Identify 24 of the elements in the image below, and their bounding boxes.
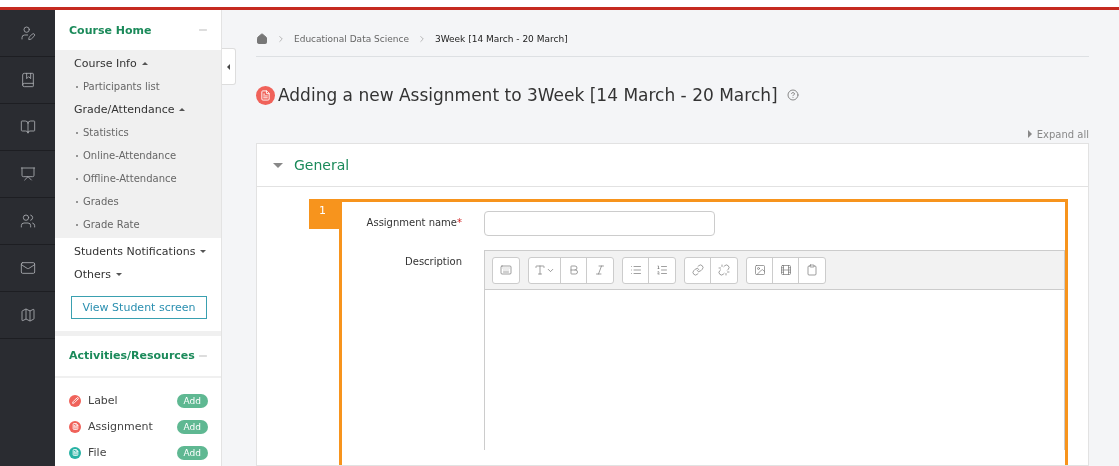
step-badge: 1 [309, 199, 339, 229]
submenu-item[interactable]: Offline-Attendance [55, 167, 221, 191]
submenu-item[interactable]: Statistics [55, 121, 221, 145]
menu-item[interactable]: Others [55, 263, 221, 287]
field-label: Description [404, 255, 462, 267]
menu-item[interactable]: Course Info [55, 52, 221, 76]
menu-item[interactable]: Grade/Attendance [55, 98, 221, 122]
activity-label: Assignment [88, 420, 153, 434]
activity-label: File [88, 446, 107, 460]
view-student-screen-button[interactable]: View Student screen [71, 296, 207, 319]
section-header[interactable]: General [257, 144, 1088, 187]
panel-title: Course Home [69, 23, 152, 37]
panel-title: Activities/Resources [69, 349, 195, 363]
breadcrumb-link[interactable]: 3Week [14 March - 20 March] [434, 34, 568, 44]
expand-all-link[interactable]: Expand all [1036, 128, 1089, 140]
submenu-item[interactable]: Grades [55, 190, 221, 214]
submenu-item[interactable]: Participants list [55, 75, 221, 99]
activity-label: Label [88, 394, 118, 408]
submenu-item[interactable]: Online-Attendance [55, 144, 221, 168]
submenu-item[interactable]: Grade Rate [55, 213, 221, 237]
page-title: Adding a new Assignment to 3Week [14 March - 20 March] [278, 85, 778, 105]
menu-item[interactable]: Students Notifications [55, 240, 221, 264]
field-label: Assignment name* [365, 216, 462, 228]
breadcrumb-link[interactable]: Educational Data Science [294, 34, 409, 44]
